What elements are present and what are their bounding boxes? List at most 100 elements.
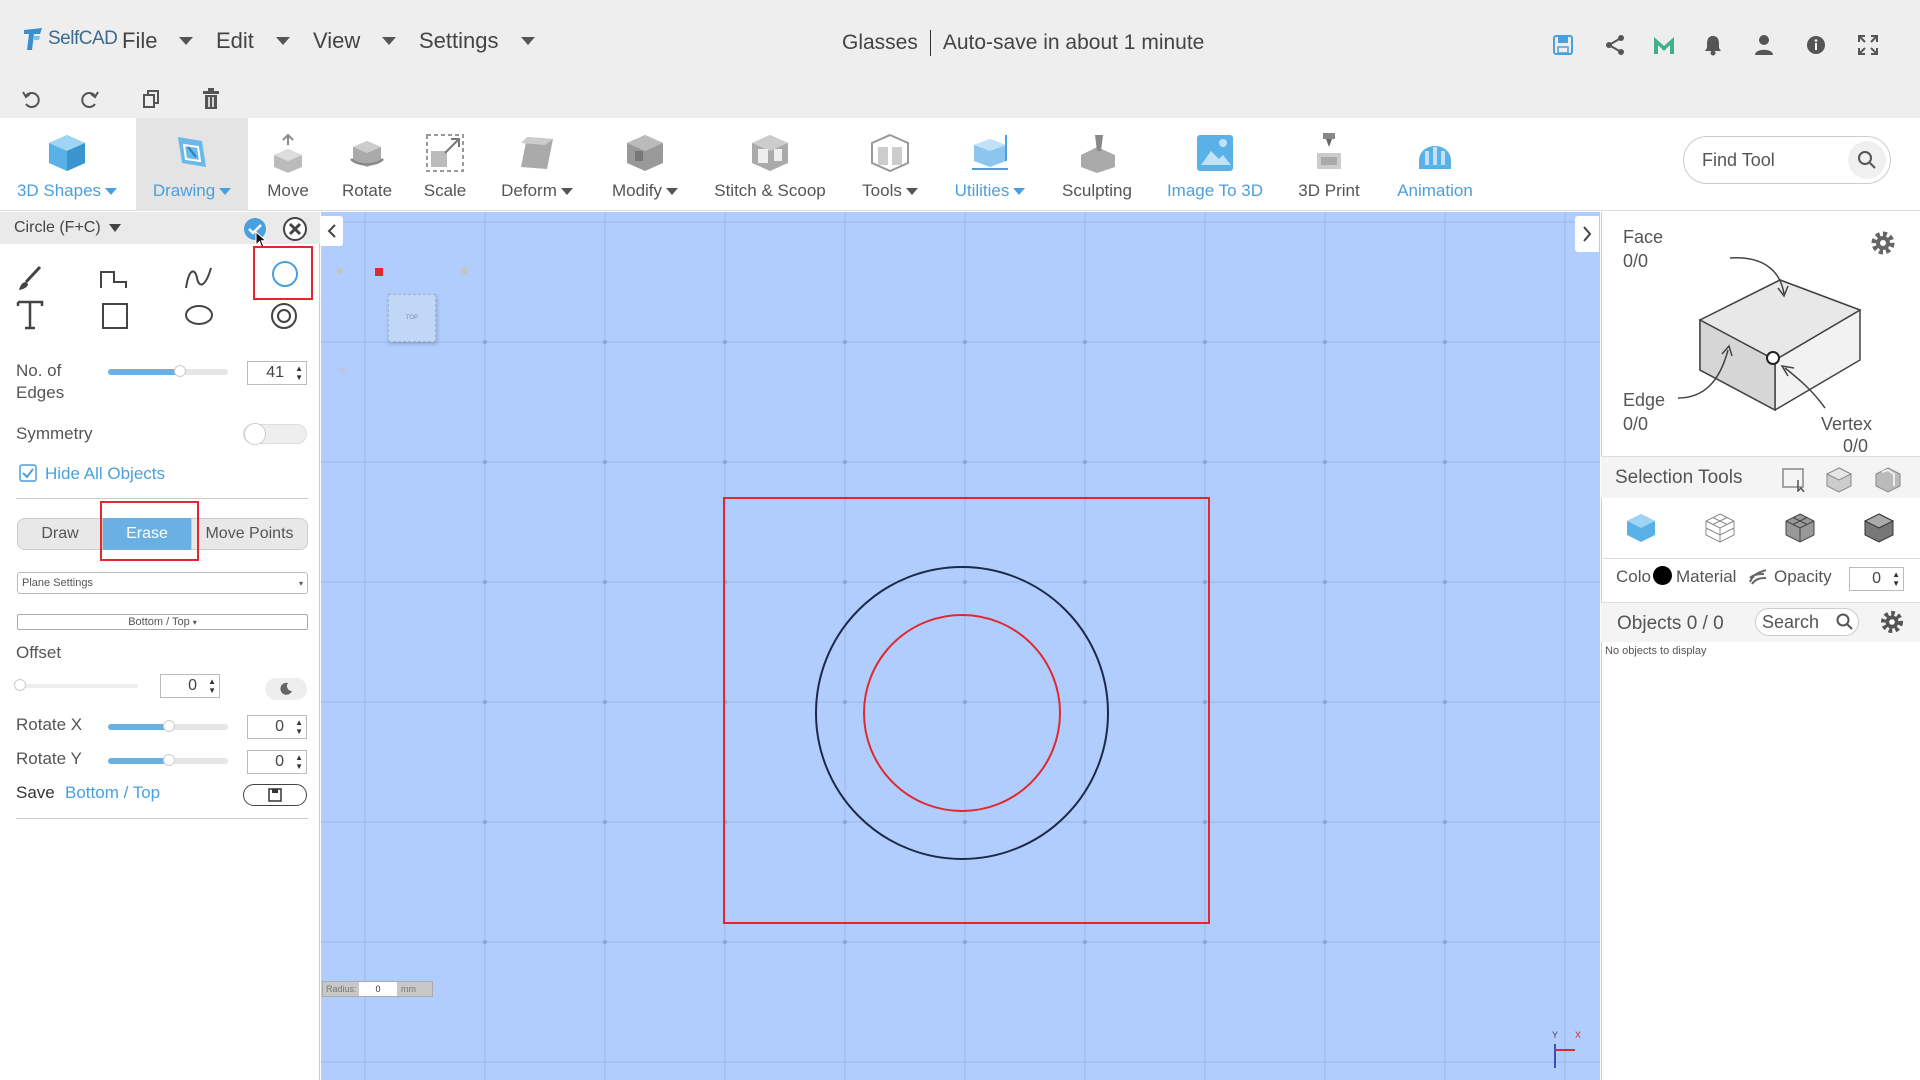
vertex-mode-icon[interactable]: [1863, 512, 1895, 544]
spinner-icon[interactable]: ▲ ▼: [1892, 570, 1900, 588]
hide-all-label[interactable]: Hide All Objects: [45, 464, 165, 484]
draw-mode-button[interactable]: Draw: [17, 518, 103, 550]
object-mode-icon[interactable]: [1625, 512, 1657, 544]
inner-circle[interactable]: [863, 614, 1061, 812]
document-title[interactable]: Glasses: [842, 31, 918, 55]
opacity-value: 0: [1872, 570, 1881, 587]
rotate-y-input[interactable]: 0 ▲ ▼: [247, 750, 307, 774]
tool-animation[interactable]: Animation: [1386, 118, 1484, 211]
selfcad-logo[interactable]: SelfCAD: [22, 26, 118, 52]
polyline-icon[interactable]: [98, 266, 128, 292]
outer-circle[interactable]: [815, 566, 1109, 860]
view-cube[interactable]: TOP: [388, 294, 436, 342]
brush-icon[interactable]: [16, 264, 44, 292]
tool-scale[interactable]: Scale: [414, 118, 476, 211]
tool-stitch-scoop[interactable]: Stitch & Scoop: [708, 118, 832, 211]
chevron-down-icon[interactable]: [108, 224, 121, 232]
spinner-icon[interactable]: ▲ ▼: [208, 677, 216, 695]
offset-slider-handle[interactable]: [14, 679, 26, 691]
tool-sculpting[interactable]: Sculpting: [1056, 118, 1138, 211]
menu-file[interactable]: File: [122, 28, 194, 54]
menu-edit[interactable]: Edit: [216, 28, 290, 54]
close-icon[interactable]: [283, 217, 307, 241]
rectangle-icon[interactable]: [101, 302, 129, 330]
copy-icon[interactable]: [138, 86, 164, 112]
collapse-left-icon[interactable]: [321, 216, 343, 246]
offset-input[interactable]: 0 ▲ ▼: [160, 674, 220, 698]
user-icon[interactable]: [1751, 32, 1777, 58]
tool-tools[interactable]: Tools: [846, 118, 934, 211]
tool-rotate[interactable]: Rotate: [330, 118, 404, 211]
gizmo-star-icon[interactable]: ★: [459, 264, 470, 278]
edges-slider[interactable]: [108, 365, 228, 377]
ellipse-icon[interactable]: [184, 304, 214, 326]
text-icon[interactable]: [16, 300, 44, 330]
tool-deform[interactable]: Deform: [490, 118, 584, 211]
tool-move[interactable]: Move: [256, 118, 320, 211]
tool-utilities[interactable]: Utilities: [946, 118, 1034, 211]
search-icon[interactable]: [1848, 141, 1886, 179]
paint-select-icon[interactable]: [1874, 466, 1902, 494]
find-tool-input[interactable]: Find Tool: [1683, 136, 1891, 184]
move-points-mode-button[interactable]: Move Points: [191, 518, 308, 550]
ring-icon[interactable]: [270, 302, 298, 330]
tool-modify[interactable]: Modify: [598, 118, 692, 211]
m-logo-icon[interactable]: [1651, 32, 1677, 58]
rotate-x-handle[interactable]: [163, 720, 175, 732]
offset-slider[interactable]: [14, 679, 138, 691]
3d-viewport[interactable]: ★ ★ TOP ✺ Radius: 0 mm Y X: [321, 212, 1600, 1080]
gizmo-gear-icon[interactable]: ✺: [337, 364, 347, 378]
save-icon[interactable]: [1550, 32, 1576, 58]
material-label[interactable]: Material: [1676, 567, 1736, 587]
collapse-right-icon[interactable]: [1575, 216, 1599, 252]
curve-icon[interactable]: [183, 264, 215, 292]
tool-3d-print[interactable]: 3D Print: [1290, 118, 1368, 211]
search-icon[interactable]: [1836, 613, 1854, 631]
tool-image-to-3d[interactable]: Image To 3D: [1158, 118, 1272, 211]
radius-value[interactable]: 0: [359, 982, 397, 996]
trash-icon[interactable]: [198, 86, 224, 112]
objects-search-input[interactable]: Search: [1755, 608, 1859, 636]
tool-drawing[interactable]: Drawing: [136, 118, 248, 211]
rotate-y-handle[interactable]: [163, 754, 175, 766]
bell-icon[interactable]: [1700, 32, 1726, 58]
spinner-icon[interactable]: ▲ ▼: [295, 718, 303, 736]
save-view-button[interactable]: [243, 784, 307, 806]
redo-icon[interactable]: [77, 86, 103, 112]
move-icon: [274, 133, 302, 173]
spinner-icon[interactable]: ▲ ▼: [295, 364, 303, 382]
plane-settings-select[interactable]: Plane Settings ▾: [17, 572, 308, 594]
edges-slider-handle[interactable]: [174, 365, 186, 377]
gizmo-star-icon[interactable]: ★: [334, 264, 345, 278]
tool-3d-shapes[interactable]: 3D Shapes: [6, 118, 128, 211]
edges-input[interactable]: 41 ▲ ▼: [247, 361, 307, 385]
share-icon[interactable]: [1602, 32, 1628, 58]
plane-view-select[interactable]: Bottom / Top ▾: [17, 614, 308, 630]
lasso-select-icon[interactable]: [1825, 466, 1853, 494]
symmetry-toggle[interactable]: [243, 423, 307, 445]
color-swatch[interactable]: [1653, 566, 1672, 585]
spinner-icon[interactable]: ▲ ▼: [295, 753, 303, 771]
rotate-x-input[interactable]: 0 ▲ ▼: [247, 715, 307, 739]
menu-settings[interactable]: Settings: [419, 28, 535, 54]
circle-tool-button[interactable]: [253, 246, 313, 300]
fullscreen-icon[interactable]: [1855, 32, 1881, 58]
opacity-input[interactable]: 0 ▲ ▼: [1849, 567, 1904, 591]
info-icon[interactable]: [1803, 32, 1829, 58]
box-select-icon[interactable]: [1782, 468, 1808, 492]
viewport-canvas[interactable]: [321, 212, 1600, 1080]
chevron-down-icon: ▾: [192, 617, 197, 627]
checkbox-icon[interactable]: [19, 464, 37, 482]
rotate-x-slider[interactable]: [108, 720, 228, 732]
moon-icon: [280, 682, 292, 695]
offset-toggle[interactable]: [265, 678, 307, 700]
edge-mode-icon[interactable]: [1784, 512, 1816, 544]
undo-icon[interactable]: [18, 86, 44, 112]
save-view-link[interactable]: Bottom / Top: [65, 783, 160, 803]
selection-cube-diagram[interactable]: [1660, 250, 1880, 420]
objects-settings-gear-icon[interactable]: [1878, 608, 1906, 636]
grid: [321, 212, 1600, 1080]
rotate-y-slider[interactable]: [108, 754, 228, 766]
face-mode-icon[interactable]: [1704, 512, 1736, 544]
menu-view[interactable]: View: [313, 28, 397, 54]
